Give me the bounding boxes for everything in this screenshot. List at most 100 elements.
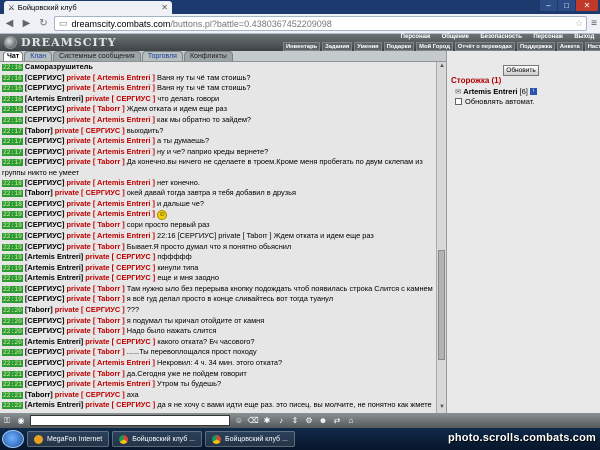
auto-refresh-option[interactable]: Обновлять автомат. xyxy=(455,97,534,106)
chat-timestamp[interactable]: 22:19 xyxy=(2,285,23,293)
chat-nick[interactable]: [СЕРГИУС] xyxy=(25,104,65,113)
chat-nick[interactable]: [СЕРГИУС] xyxy=(25,199,65,208)
chat-nick[interactable]: [СЕРГИУС] xyxy=(25,136,65,145)
chat-nick[interactable]: [СЕРГИУС] xyxy=(25,284,65,293)
chat-nick[interactable]: [Taborr] xyxy=(25,305,53,314)
chat-nick[interactable]: [Taborr] xyxy=(25,188,53,197)
close-tab-icon[interactable]: ✕ xyxy=(161,3,168,12)
chat-nick[interactable]: [Artemis Entreri] xyxy=(25,273,83,282)
chat-nick[interactable]: [Artemis Entreri] xyxy=(25,400,83,409)
globe-icon[interactable]: ◉ xyxy=(16,416,26,426)
chat-private-target[interactable]: private [ Taborr ] xyxy=(67,284,125,293)
chat-timestamp[interactable]: 22:21 xyxy=(2,360,23,368)
chat-timestamp[interactable]: 22:19 xyxy=(2,222,23,230)
member-name[interactable]: Artemis Entreri xyxy=(463,87,517,96)
players-icon[interactable]: ☻ xyxy=(318,416,328,426)
menu-item-inventory[interactable]: Инвентарь xyxy=(283,42,321,51)
star-icon[interactable]: ☆ xyxy=(575,18,583,29)
tab-trade[interactable]: Торговля xyxy=(141,51,183,61)
menu-icon[interactable]: ≡ xyxy=(591,18,597,29)
chat-private-target[interactable]: private [ СЕРГИУС ] xyxy=(85,337,155,346)
chat-timestamp[interactable]: 22:16 xyxy=(2,64,23,71)
url-input[interactable]: ▭ dreamscity.combats.com/buttons.pl?batt… xyxy=(54,16,588,31)
chat-private-target[interactable]: private [ СЕРГИУС ] xyxy=(85,273,155,282)
chat-timestamp[interactable]: 22:16 xyxy=(2,74,23,82)
chat-nick[interactable]: [СЕРГИУС] xyxy=(25,147,65,156)
chat-private-target[interactable]: private [ Artemis Entreri ] xyxy=(67,73,155,82)
chat-nick[interactable]: [Taborr] xyxy=(25,126,53,135)
menu-item-character[interactable]: Персонаж xyxy=(401,34,431,42)
chat-nick[interactable]: [СЕРГИУС] xyxy=(25,379,65,388)
chat-private-target[interactable]: private [ СЕРГИУС ] xyxy=(55,126,125,135)
refresh-button[interactable]: Обновить xyxy=(503,65,539,76)
close-window-icon[interactable]: ✕ xyxy=(576,0,598,11)
chat-private-target[interactable]: private [ Taborr ] xyxy=(67,104,125,113)
chat-nick[interactable]: [СЕРГИУС] xyxy=(25,358,65,367)
chat-nick[interactable]: Саморазрушитель xyxy=(25,62,93,71)
chat-timestamp[interactable]: 22:19 xyxy=(2,264,23,272)
chat-timestamp[interactable]: 22:20 xyxy=(2,307,23,315)
chat-private-target[interactable]: private [ Artemis Entreri ] xyxy=(67,178,155,187)
reload-icon[interactable]: ↻ xyxy=(37,17,50,30)
scroll-thumb[interactable] xyxy=(438,250,445,360)
chat-private-target[interactable]: private [ Artemis Entreri ] xyxy=(67,379,155,388)
menu-item-support[interactable]: Поддержка xyxy=(517,42,555,51)
chat-nick[interactable]: [Artemis Entreri] xyxy=(25,252,83,261)
back-icon[interactable]: ◀ xyxy=(3,17,16,30)
chat-nick[interactable]: [СЕРГИУС] xyxy=(25,178,65,187)
menu-item-transfers[interactable]: Отчёт о переводах xyxy=(454,42,515,51)
chat-timestamp[interactable]: 22:20 xyxy=(2,317,23,325)
chat-timestamp[interactable]: 22:21 xyxy=(2,370,23,378)
chat-nick[interactable]: [СЕРГИУС] xyxy=(25,115,65,124)
chat-private-target[interactable]: private [ Artemis Entreri ] xyxy=(67,358,155,367)
chat-timestamp[interactable]: 22:21 xyxy=(2,391,23,399)
chat-timestamp[interactable]: 22:16 xyxy=(2,116,23,124)
chat-timestamp[interactable]: 22:18 xyxy=(2,190,23,198)
room-member[interactable]: ✉ Artemis Entreri [6] i xyxy=(455,87,537,96)
clear-icon[interactable]: ⌫ xyxy=(247,416,258,426)
chat-private-target[interactable]: private [ Artemis Entreri ] xyxy=(67,83,155,92)
chat-nick[interactable]: [Taborr] xyxy=(25,390,53,399)
chat-private-target[interactable]: private [ Taborr ] xyxy=(67,294,125,303)
browser-tab[interactable]: ⚔ Бойцовский клуб ✕ xyxy=(4,1,172,14)
chat-private-target[interactable]: private [ СЕРГИУС ] xyxy=(55,305,125,314)
menu-item-settings[interactable]: Настройки xyxy=(584,42,600,51)
scroll-icon[interactable]: ⇕ xyxy=(290,416,300,426)
chat-private-target[interactable]: private [ Artemis Entreri ] xyxy=(67,231,155,240)
chat-private-target[interactable]: private [ СЕРГИУС ] xyxy=(55,188,125,197)
chat-nick[interactable]: [СЕРГИУС] xyxy=(25,231,65,240)
chat-timestamp[interactable]: 22:18 xyxy=(2,179,23,187)
chat-timestamp[interactable]: 22:16 xyxy=(2,106,23,114)
chat-nick[interactable]: [СЕРГИУС] xyxy=(25,242,65,251)
trade-icon[interactable]: ⇄ xyxy=(332,416,342,426)
chat-timestamp[interactable]: 22:17 xyxy=(2,127,23,135)
chat-timestamp[interactable]: 22:22 xyxy=(2,402,23,410)
chat-nick[interactable]: [СЕРГИУС] xyxy=(25,347,65,356)
chat-private-target[interactable]: private [ СЕРГИУС ] xyxy=(85,94,155,103)
chat-timestamp[interactable]: 22:20 xyxy=(2,338,23,346)
settings-icon[interactable]: ⚙ xyxy=(304,416,314,426)
chat-nick[interactable]: [СЕРГИУС] xyxy=(25,73,65,82)
chat-private-target[interactable]: private [ Taborr ] xyxy=(67,316,125,325)
chat-timestamp[interactable]: 22:19 xyxy=(2,275,23,283)
chat-nick[interactable]: [СЕРГИУС] xyxy=(25,157,65,166)
chat-private-target[interactable]: private [ СЕРГИУС ] xyxy=(55,390,125,399)
tab-clan[interactable]: Клан xyxy=(24,51,53,61)
chat-nick[interactable]: [Artemis Entreri] xyxy=(25,94,83,103)
chat-private-target[interactable]: private [ Taborr ] xyxy=(67,326,125,335)
menu-item-communication[interactable]: Общение xyxy=(442,34,469,42)
auto-refresh-checkbox[interactable] xyxy=(455,98,462,105)
chat-private-target[interactable]: private [ Taborr ] xyxy=(67,157,125,166)
chat-timestamp[interactable]: 22:19 xyxy=(2,243,23,251)
chat-timestamp[interactable]: 22:20 xyxy=(2,328,23,336)
chat-private-target[interactable]: private [ СЕРГИУС ] xyxy=(85,252,155,261)
minimize-icon[interactable]: – xyxy=(540,0,557,11)
chat-nick[interactable]: [Artemis Entreri] xyxy=(25,337,83,346)
scroll-down-icon[interactable]: ▼ xyxy=(438,404,446,412)
chat-nick[interactable]: [СЕРГИУС] xyxy=(25,326,65,335)
chat-nick[interactable]: [СЕРГИУС] xyxy=(25,83,65,92)
chat-private-target[interactable]: private [ СЕРГИУС ] xyxy=(85,400,155,409)
chat-timestamp[interactable]: 22:16 xyxy=(2,95,23,103)
chat-private-target[interactable]: private [ Taborr ] xyxy=(67,347,125,356)
chat-timestamp[interactable]: 22:19 xyxy=(2,211,23,219)
